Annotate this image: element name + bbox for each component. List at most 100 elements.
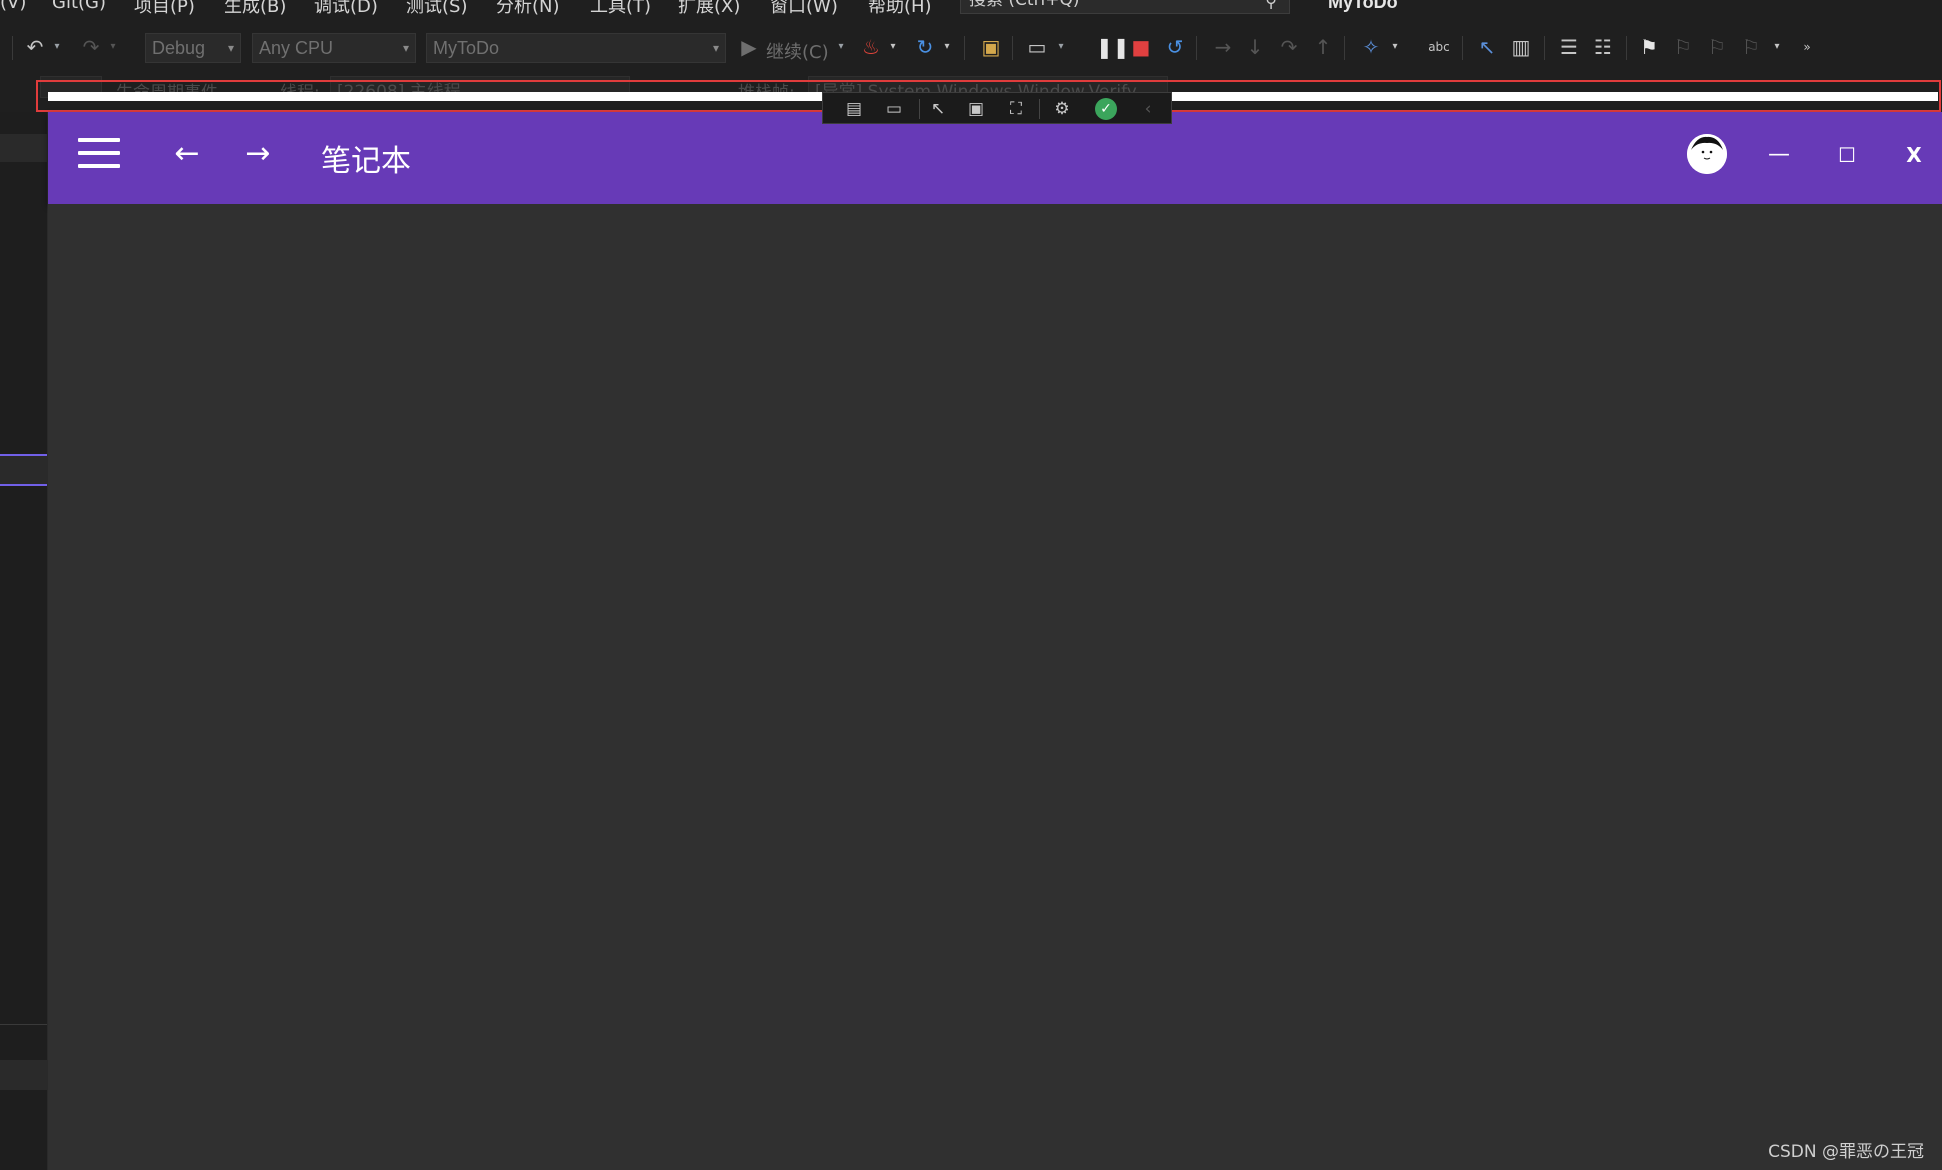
play-icon[interactable]: ▶ — [736, 34, 762, 60]
stop-icon[interactable]: ■ — [1128, 34, 1154, 60]
display-adorners-icon[interactable]: ▣ — [963, 97, 989, 121]
diagnostics-icon[interactable]: ✧ — [1358, 34, 1384, 60]
redo-icon[interactable]: ↷ — [78, 34, 104, 60]
toolbar-divider — [1544, 36, 1545, 60]
menu-tools[interactable]: 工具(T) — [590, 0, 651, 18]
platform-combo[interactable]: Any CPU ▾ — [252, 33, 416, 63]
toolbar-divider — [1344, 36, 1345, 60]
hamburger-icon — [78, 138, 120, 142]
left-panel-accent — [0, 484, 47, 486]
avatar[interactable] — [1687, 134, 1727, 174]
hot-reload-status-icon[interactable]: ✓ — [1095, 98, 1117, 120]
menu-analyze[interactable]: 分析(N) — [496, 0, 560, 18]
menu-help[interactable]: 帮助(H) — [868, 0, 932, 18]
menu-view[interactable]: (V) — [0, 0, 26, 13]
step-into-icon[interactable]: ↓ — [1242, 34, 1268, 60]
solution-title: MyToDo — [1328, 0, 1398, 12]
layout-icon[interactable]: ▥ — [1508, 34, 1534, 60]
refresh-icon[interactable]: ↻ — [912, 34, 938, 60]
xaml-runtime-toolbar: ▤ ▭ ↖ ▣ ⛶ ⚙ ✓ ‹ — [822, 92, 1172, 124]
record-icon[interactable]: ▭ — [881, 97, 907, 121]
track-focus-icon[interactable]: ⛶ — [1003, 97, 1029, 121]
menu-project[interactable]: 项目(P) — [134, 0, 195, 18]
menu-test[interactable]: 测试(S) — [406, 0, 467, 18]
vs-menubar: (V) Git(G) 项目(P) 生成(B) 调试(D) 测试(S) 分析(N)… — [0, 0, 1942, 18]
search-placeholder: 搜索 (Ctrl+Q) — [969, 0, 1080, 10]
search-box[interactable]: 搜索 (Ctrl+Q) ⚲ — [960, 0, 1290, 14]
clear-bookmarks-icon[interactable]: ⚐ — [1738, 34, 1764, 60]
arrow-right-icon: → — [245, 136, 271, 171]
minimize-button[interactable]: — — [1755, 132, 1803, 178]
show-next-statement-icon[interactable]: → — [1210, 34, 1236, 60]
hot-reload-dropdown-icon[interactable]: ▾ — [886, 34, 900, 60]
avatar-icon — [1687, 134, 1727, 174]
next-bookmark-icon[interactable]: ⚐ — [1704, 34, 1730, 60]
redo-dropdown-icon[interactable]: ▾ — [106, 34, 120, 60]
undo-icon[interactable]: ↶ — [22, 34, 48, 60]
forward-button[interactable]: → — [238, 134, 278, 174]
toolbar-divider — [12, 36, 13, 60]
spellcheck-icon[interactable]: abc — [1426, 34, 1452, 60]
xaml-toolbar-divider — [919, 99, 920, 119]
menu-build[interactable]: 生成(B) — [224, 0, 286, 18]
live-visual-tree-icon[interactable]: ▤ — [841, 97, 867, 121]
step-out-icon[interactable]: ↑ — [1310, 34, 1336, 60]
hot-reload-icon[interactable]: ♨ — [858, 34, 884, 60]
hamburger-icon — [78, 151, 120, 155]
watermark: CSDN @罪恶の王冠 — [1768, 1142, 1924, 1162]
xaml-toolbar-divider — [1039, 99, 1040, 119]
restart-icon[interactable]: ↺ — [1162, 34, 1188, 60]
chevron-down-icon: ▾ — [712, 41, 719, 55]
continue-label[interactable]: 继续(C) — [766, 38, 829, 64]
maximize-icon: ☐ — [1838, 143, 1856, 167]
menu-extensions[interactable]: 扩展(X) — [678, 0, 740, 18]
undo-dropdown-icon[interactable]: ▾ — [50, 34, 64, 60]
app-title: 笔记本 — [321, 144, 411, 179]
left-panel-tab[interactable] — [0, 1060, 47, 1090]
select-element-icon[interactable]: ↖ — [1474, 34, 1500, 60]
menu-window[interactable]: 窗口(W) — [770, 0, 838, 18]
left-panel-tab[interactable] — [0, 456, 47, 486]
config-value: Debug — [152, 38, 206, 58]
toolbar-divider — [964, 36, 965, 60]
prev-bookmark-icon[interactable]: ⚐ — [1670, 34, 1696, 60]
app-content — [48, 204, 1942, 1170]
minimize-icon: — — [1768, 142, 1790, 167]
close-icon: X — [1906, 143, 1922, 167]
platform-value: Any CPU — [259, 38, 334, 58]
back-button[interactable]: ← — [167, 134, 207, 174]
indent-icon[interactable]: ☰ — [1556, 34, 1582, 60]
vs-left-panel — [0, 112, 48, 1170]
chevron-down-icon: ▾ — [227, 41, 234, 55]
step-over-icon[interactable]: ↷ — [1276, 34, 1302, 60]
menu-git[interactable]: Git(G) — [52, 0, 106, 13]
toolbar-divider — [1012, 36, 1013, 60]
select-element-icon[interactable]: ↖ — [925, 97, 951, 121]
close-button[interactable]: X — [1890, 132, 1938, 178]
config-combo[interactable]: Debug ▾ — [145, 33, 241, 63]
menu-toggle-button[interactable] — [78, 135, 122, 173]
hamburger-icon — [78, 164, 120, 168]
startup-project-combo[interactable]: MyToDo ▾ — [426, 33, 726, 63]
left-panel-tab[interactable] — [0, 134, 47, 162]
outdent-icon[interactable]: ☷ — [1590, 34, 1616, 60]
pause-icon[interactable]: ❚❚ — [1096, 34, 1130, 60]
toolbar-divider — [1196, 36, 1197, 60]
refresh-dropdown-icon[interactable]: ▾ — [940, 34, 954, 60]
toolbar-overflow-icon[interactable]: » — [1800, 34, 1814, 60]
menu-debug[interactable]: 调试(D) — [314, 0, 378, 18]
bookmark-dropdown-icon[interactable]: ▾ — [1770, 34, 1784, 60]
folder-icon[interactable]: ▣ — [978, 34, 1004, 60]
window-dropdown-icon[interactable]: ▾ — [1054, 34, 1068, 60]
maximize-button[interactable]: ☐ — [1823, 132, 1871, 178]
arrow-left-icon: ← — [174, 136, 200, 171]
toolbar-divider — [1462, 36, 1463, 60]
left-panel-divider — [0, 1024, 47, 1025]
bookmark-icon[interactable]: ⚑ — [1636, 34, 1662, 60]
binding-failures-icon[interactable]: ⚙ — [1049, 97, 1075, 121]
continue-dropdown-icon[interactable]: ▾ — [834, 34, 848, 60]
window-icon[interactable]: ▭ — [1024, 34, 1050, 60]
app-window: ← → 笔记本 — ☐ X — [48, 112, 1942, 1170]
collapse-icon[interactable]: ‹ — [1135, 97, 1161, 121]
diagnostics-dropdown-icon[interactable]: ▾ — [1388, 34, 1402, 60]
